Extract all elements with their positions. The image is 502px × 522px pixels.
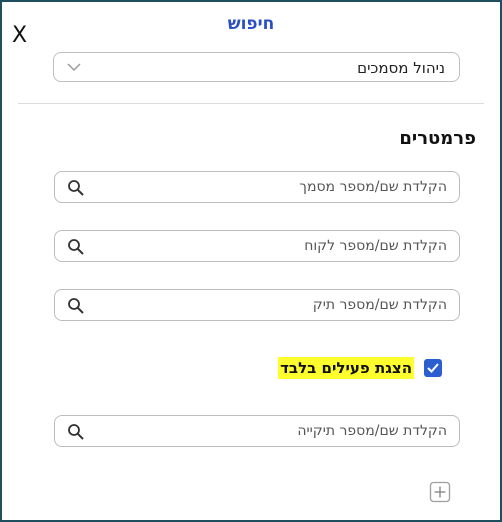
active-only-row: הצגת פעילים בלבד [278,357,442,379]
panel-title: חיפוש [227,14,275,34]
active-only-label[interactable]: הצגת פעילים בלבד [278,357,414,379]
case-search-field [54,289,460,321]
chevron-down-icon [67,63,81,72]
module-select[interactable]: ניהול מסמכים [53,52,460,82]
folder-search-input[interactable] [91,416,447,446]
client-search-field [54,230,460,262]
case-search-input[interactable] [91,290,447,320]
active-only-checkbox[interactable] [424,359,442,377]
search-icon [68,180,84,196]
module-select-value: ניהול מסמכים [357,59,445,77]
add-parameter-button[interactable] [429,481,451,503]
search-icon [68,298,84,314]
client-search-input[interactable] [91,231,447,261]
document-search-input[interactable] [91,172,447,202]
search-icon [68,424,84,440]
search-panel: X חיפוש ניהול מסמכים פרמטרים הקלדת שם/מס… [0,0,502,522]
divider [18,103,484,104]
search-icon [68,239,84,255]
document-search-field [54,171,460,203]
check-icon [427,363,439,373]
folder-search-field [54,415,460,447]
section-title: פרמטרים [399,128,476,149]
